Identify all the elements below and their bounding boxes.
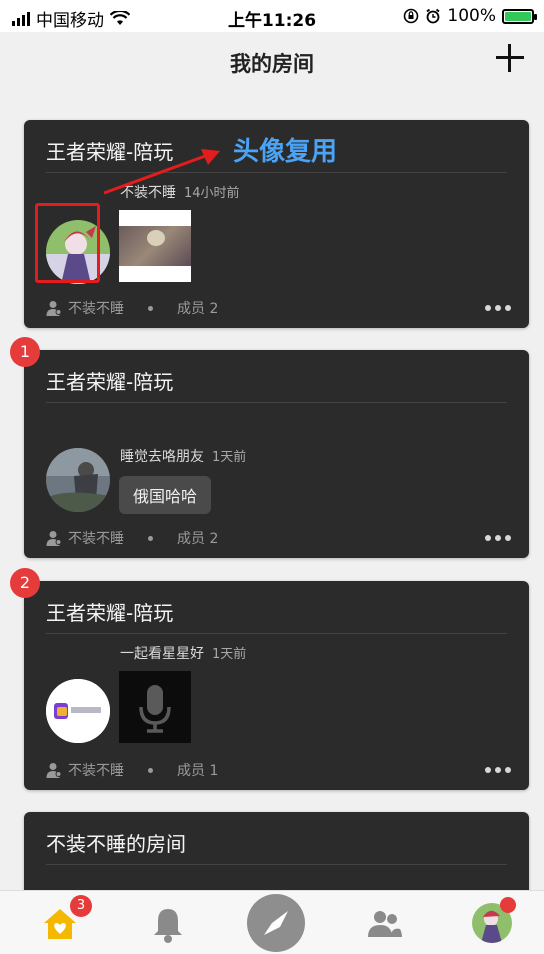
person-icon (46, 301, 62, 316)
divider (46, 402, 507, 403)
room-title: 王者荣耀-陪玩 (46, 601, 174, 625)
message-image[interactable] (119, 210, 191, 282)
message-time: 1天前 (212, 647, 247, 662)
separator-dot (148, 767, 153, 773)
room-owner: 不装不睡 (68, 301, 124, 317)
more-options-icon[interactable] (485, 535, 511, 541)
separator-dot (148, 535, 153, 541)
person-icon (46, 531, 62, 546)
message-bubble[interactable]: 俄国哈哈 (119, 476, 212, 514)
battery-level-fill (505, 11, 531, 21)
unread-badge: 1 (10, 337, 40, 367)
sender-name: 一起看星星好 (120, 646, 204, 662)
more-options-icon[interactable] (485, 305, 511, 311)
tab-home[interactable]: 3 (36, 895, 92, 947)
person-icon (46, 763, 62, 778)
tab-discover[interactable] (246, 893, 306, 953)
tab-notifications[interactable] (144, 899, 192, 947)
battery-icon (502, 8, 537, 24)
more-options-icon[interactable] (485, 767, 511, 773)
message-meta: 一起看星星好 1天前 (120, 643, 246, 663)
sender-avatar[interactable] (46, 448, 110, 512)
unread-badge: 2 (10, 568, 40, 598)
room-footer: 不装不睡 成员 1 (46, 760, 511, 780)
room-footer: 不装不睡 成员 2 (46, 528, 511, 548)
message-meta: 睡觉去咯朋友 1天前 (120, 446, 246, 466)
member-count: 成员 2 (177, 301, 219, 317)
sender-name: 睡觉去咯朋友 (120, 449, 204, 465)
tab-bar: 3 (0, 890, 544, 954)
page-title: 我的房间 (230, 52, 314, 76)
tab-friends[interactable] (360, 899, 408, 947)
member-count: 成员 2 (177, 531, 219, 547)
room-owner: 不装不睡 (68, 531, 124, 547)
room-title: 不装不睡的房间 (46, 832, 186, 856)
compass-icon (247, 894, 305, 952)
friends-icon (368, 911, 402, 937)
sender-avatar[interactable] (46, 679, 110, 743)
room-title: 王者荣耀-陪玩 (46, 370, 174, 394)
tab-profile[interactable] (468, 897, 516, 947)
room-card[interactable]: 王者荣耀-陪玩 睡觉去咯朋友 1天前 俄国哈哈 不装不睡 成员 2 (24, 350, 529, 558)
divider (46, 864, 507, 865)
add-room-button[interactable] (496, 44, 524, 72)
annotation-label: 头像复用 (233, 137, 338, 167)
arrow-icon (103, 149, 220, 195)
status-bar: 中国移动 上午11:26 100% (0, 0, 544, 32)
highlight-box (35, 203, 100, 283)
battery-percent: 100% (447, 6, 496, 26)
separator-dot (148, 305, 153, 311)
message-time: 1天前 (212, 450, 247, 465)
nav-bar: 我的房间 (0, 32, 544, 92)
room-owner: 不装不睡 (68, 763, 124, 779)
room-footer: 不装不睡 成员 2 (46, 298, 511, 318)
voice-message[interactable] (119, 671, 191, 743)
microphone-icon (139, 685, 171, 733)
divider (46, 633, 507, 634)
bell-icon (154, 909, 182, 943)
room-card[interactable]: 王者荣耀-陪玩 一起看星星好 1天前 不装不睡 成员 1 (24, 581, 529, 790)
home-badge: 3 (70, 895, 92, 917)
rotation-lock-icon (404, 8, 419, 24)
alarm-icon (426, 8, 440, 24)
profile-notification-dot (500, 897, 516, 913)
member-count: 成员 1 (177, 763, 219, 779)
